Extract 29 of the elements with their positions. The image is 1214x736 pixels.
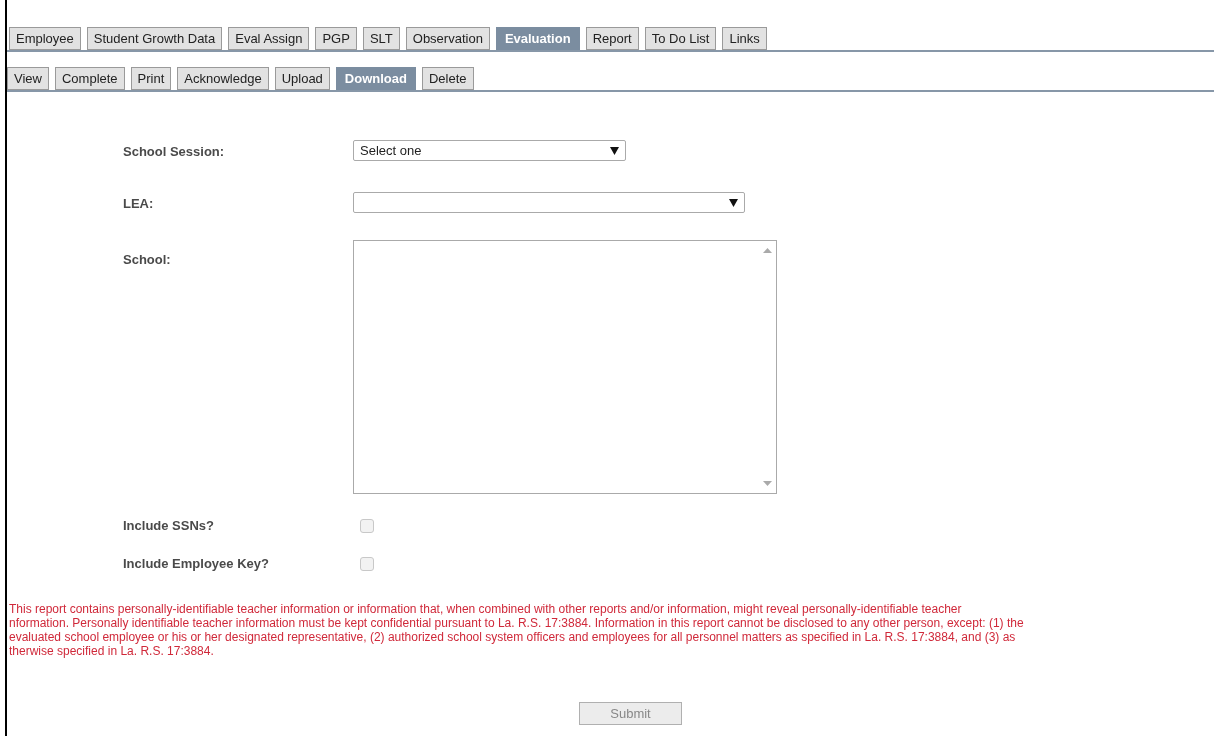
field-label: Include Employee Key? [123,555,270,573]
checkbox[interactable] [360,519,374,533]
caret-icon [610,146,619,155]
tab[interactable]: Student Growth Data [86,27,223,50]
tab[interactable]: To Do List [644,27,717,50]
tab[interactable]: Print [130,67,172,90]
field-label: Include SSNs? [123,517,216,535]
tab[interactable]: View [7,67,49,90]
tab[interactable]: PGP [315,27,357,50]
tab[interactable]: Eval Assign [228,27,310,50]
field-label: School: [123,251,172,269]
tab[interactable]: Complete [54,67,125,90]
tab[interactable]: Report [585,27,639,50]
tab[interactable]: Delete [421,67,474,90]
tab[interactable]: Links [722,27,767,50]
scroll-up-icon[interactable] [763,248,772,253]
caret-icon [729,198,738,207]
tab[interactable]: Employee [9,27,81,50]
tab[interactable]: Acknowledge [177,67,269,90]
disclaimer-text: This report contains personally-identifiable teacher information or information that, when combined with other reports and/or information, might reveal personally-identifiable teacher nformation. Personally identifiable teacher information must be kept confidential pursuant to La. R.S. 17:3884. Information in this report cannot be disclosed to any other person, except: (1) the evaluated school employee or his or her designated representative, (2) authorized school system officers and employees for all personnel matters as specified in La. R.S. 17:3884, and (3) as therwise specified in La. R.S. 17:3884. [9,602,1025,658]
dropdown[interactable]: Select one [353,140,626,161]
tab[interactable]: SLT [362,27,400,50]
scroll-down-icon[interactable] [763,481,772,486]
tab[interactable]: Observation [405,27,490,50]
field-label: LEA: [123,195,155,213]
dropdown[interactable] [353,192,745,213]
checkbox[interactable] [360,557,374,571]
field-label: School Session: [123,143,226,161]
tab[interactable]: Upload [274,67,330,90]
